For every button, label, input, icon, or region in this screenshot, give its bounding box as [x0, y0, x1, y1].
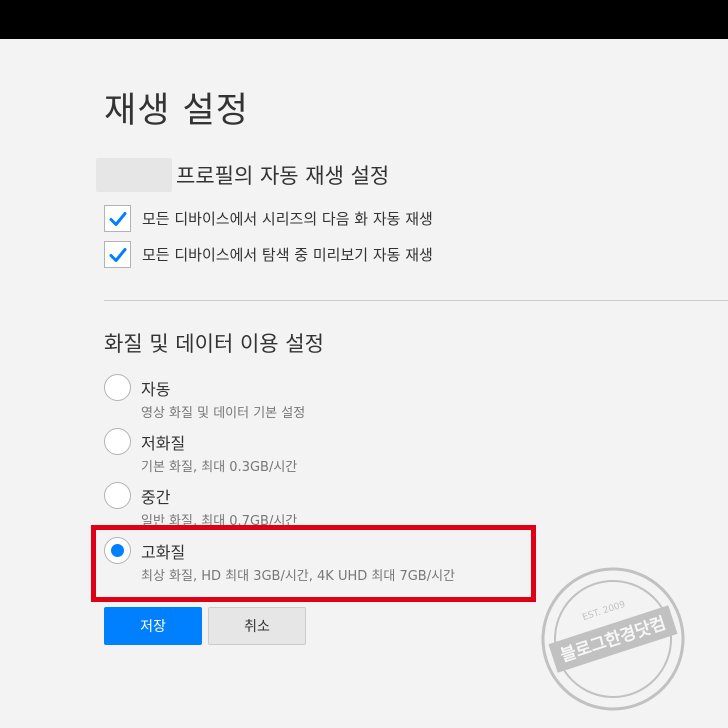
top-bar: [0, 0, 728, 39]
quality-option-description: 기본 화질, 최대 0.3GB/시간: [141, 460, 298, 475]
autoplay-next-episode-option[interactable]: 모든 디바이스에서 시리즈의 다음 화 자동 재생: [104, 205, 433, 232]
autoplay-previews-checkbox[interactable]: [104, 241, 131, 268]
watermark-stamp: 블로그한경닷컴 EST. 2009: [541, 567, 685, 711]
quality-option-label: 저화질: [141, 434, 186, 453]
autoplay-previews-label: 모든 디바이스에서 탐색 중 미리보기 자동 재생: [142, 246, 433, 264]
checkmark-icon: [109, 211, 126, 226]
profile-name-blurred: [96, 158, 172, 192]
highlight-box: [91, 525, 536, 602]
quality-option-label: 중간: [141, 488, 171, 507]
checkmark-icon: [109, 247, 126, 262]
page-title: 재생 설정: [104, 91, 249, 131]
quality-option-label: 자동: [141, 380, 171, 399]
autoplay-next-episode-label: 모든 디바이스에서 시리즈의 다음 화 자동 재생: [142, 210, 433, 228]
section-divider: [104, 300, 728, 301]
quality-medium-radio[interactable]: [104, 482, 131, 509]
watermark-sub-text: EST. 2009: [581, 600, 627, 623]
cancel-button[interactable]: 취소: [208, 607, 306, 645]
autoplay-next-episode-checkbox[interactable]: [104, 205, 131, 232]
quality-low-radio[interactable]: [104, 428, 131, 455]
quality-option-description: 영상 화질 및 데이터 기본 설정: [141, 406, 306, 421]
quality-heading: 화질 및 데이터 이용 설정: [104, 332, 324, 356]
save-button[interactable]: 저장: [104, 607, 202, 645]
quality-auto-radio[interactable]: [104, 374, 131, 401]
autoplay-previews-option[interactable]: 모든 디바이스에서 탐색 중 미리보기 자동 재생: [104, 241, 433, 268]
autoplay-heading: 프로필의 자동 재생 설정: [176, 164, 390, 188]
